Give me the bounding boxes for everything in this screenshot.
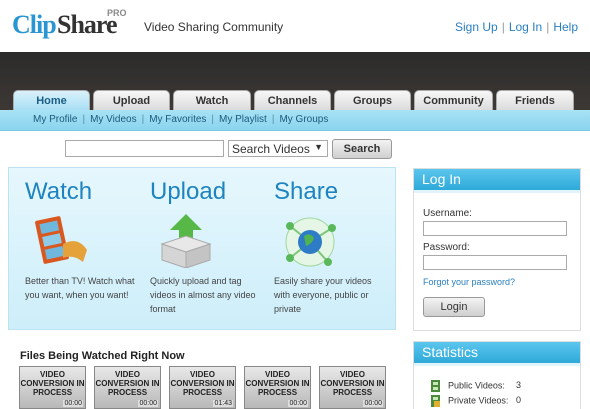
login-button[interactable]: Login	[423, 297, 485, 317]
video-thumbnail[interactable]: VIDEO CONVERSION IN PROCESS 00:00	[319, 366, 386, 409]
login-box: Log In Username: Password: Forgot your p…	[413, 168, 581, 331]
clipshare-logo[interactable]: Clip Share PRO	[12, 4, 127, 46]
thumbnail-duration: 00:00	[138, 400, 158, 407]
subnav-my-playlist[interactable]: My Playlist	[219, 114, 267, 125]
stat-label: Private Videos:	[448, 395, 509, 406]
video-thumbnail[interactable]: VIDEO CONVERSION IN PROCESS 01:43	[169, 366, 236, 409]
search-type-select[interactable]: Search Videos ▼	[228, 140, 328, 157]
site-tagline: Video Sharing Community	[144, 20, 284, 34]
password-field[interactable]	[423, 255, 567, 270]
feature-share: Share Easily share your videos with ever…	[274, 168, 394, 329]
thumbnail-status: VIDEO CONVERSION IN PROCESS	[170, 370, 235, 397]
forgot-password-link[interactable]: Forgot your password?	[423, 277, 515, 287]
stat-label: Public Videos:	[448, 380, 505, 391]
feature-watch: Watch Better than TV! Watch what you wan…	[25, 168, 145, 329]
subnav-my-favorites[interactable]: My Favorites	[149, 114, 206, 125]
tab-groups[interactable]: Groups	[334, 90, 411, 112]
tab-home[interactable]: Home	[13, 90, 90, 110]
feature-title-upload[interactable]: Upload	[150, 178, 226, 206]
film-reel-icon	[33, 214, 89, 268]
stat-value: 0	[516, 395, 522, 405]
subnav-my-groups[interactable]: My Groups	[279, 114, 328, 125]
stat-public-videos: Public Videos: 3	[430, 380, 521, 392]
thumbnail-duration: 00:00	[363, 400, 383, 407]
tab-upload[interactable]: Upload	[93, 90, 170, 112]
search-input[interactable]	[65, 140, 224, 157]
site-header: Clip Share PRO Video Sharing Community S…	[0, 0, 590, 52]
thumbnail-duration: 00:00	[63, 400, 83, 407]
feature-title-watch[interactable]: Watch	[25, 178, 92, 206]
statistics-box: Statistics Public Videos: 3 Private Vide…	[413, 341, 581, 409]
logo-part-clip: Clip	[12, 10, 57, 39]
thumbnail-duration: 00:00	[288, 400, 308, 407]
thumbnail-status: VIDEO CONVERSION IN PROCESS	[245, 370, 310, 397]
thumbnail-status: VIDEO CONVERSION IN PROCESS	[20, 370, 85, 397]
subnav-my-profile[interactable]: My Profile	[33, 114, 77, 125]
subnav-separator: |	[271, 114, 275, 125]
globe-network-icon	[282, 214, 338, 268]
thumbnail-status: VIDEO CONVERSION IN PROCESS	[320, 370, 385, 397]
password-label: Password:	[423, 242, 470, 253]
feature-title-share[interactable]: Share	[274, 178, 338, 206]
subnav-my-videos[interactable]: My Videos	[90, 114, 137, 125]
link-separator: |	[501, 20, 505, 34]
stat-private-videos: Private Videos: 0	[430, 395, 521, 407]
feature-upload: Upload Quickly upload and tag videos in …	[150, 168, 270, 329]
feature-panel: Watch Better than TV! Watch what you wan…	[8, 167, 396, 330]
tab-community[interactable]: Community	[414, 90, 493, 112]
search-type-value: Search Videos	[232, 142, 310, 156]
log-in-link[interactable]: Log In	[509, 20, 542, 34]
files-watched-heading: Files Being Watched Right Now	[20, 350, 185, 362]
statistics-title: Statistics	[414, 342, 580, 366]
thumbnail-status: VIDEO CONVERSION IN PROCESS	[95, 370, 160, 397]
lock-film-icon	[430, 395, 441, 407]
username-label: Username:	[423, 208, 472, 219]
top-links: Sign Up | Log In | Help	[455, 20, 578, 34]
tab-channels[interactable]: Channels	[254, 90, 331, 112]
video-thumbnail[interactable]: VIDEO CONVERSION IN PROCESS 00:00	[94, 366, 161, 409]
login-box-title: Log In	[414, 169, 580, 193]
logo-pro-badge: PRO	[107, 8, 127, 18]
sign-up-link[interactable]: Sign Up	[455, 20, 498, 34]
stat-value: 3	[516, 380, 522, 390]
tab-watch[interactable]: Watch	[173, 90, 251, 112]
video-thumbnail[interactable]: VIDEO CONVERSION IN PROCESS 00:00	[19, 366, 86, 409]
feature-desc-watch: Better than TV! Watch what you want, whe…	[25, 276, 135, 300]
feature-desc-upload: Quickly upload and tag videos in almost …	[150, 276, 256, 314]
feature-desc-share: Easily share your videos with everyone, …	[274, 276, 372, 314]
thumbnail-duration: 01:43	[213, 400, 233, 407]
search-button[interactable]: Search	[332, 139, 392, 159]
video-thumbnail[interactable]: VIDEO CONVERSION IN PROCESS 00:00	[244, 366, 311, 409]
subnav-separator: |	[141, 114, 145, 125]
film-icon	[430, 380, 441, 392]
upload-box-icon	[158, 214, 214, 269]
username-field[interactable]	[423, 221, 567, 236]
tab-friends[interactable]: Friends	[496, 90, 574, 112]
chevron-down-icon: ▼	[314, 142, 323, 152]
subnav-separator: |	[211, 114, 215, 125]
sub-navigation: My Profile | My Videos | My Favorites | My Pla…	[0, 110, 590, 131]
subnav-separator: |	[82, 114, 86, 125]
link-separator: |	[546, 20, 550, 34]
help-link[interactable]: Help	[553, 20, 578, 34]
